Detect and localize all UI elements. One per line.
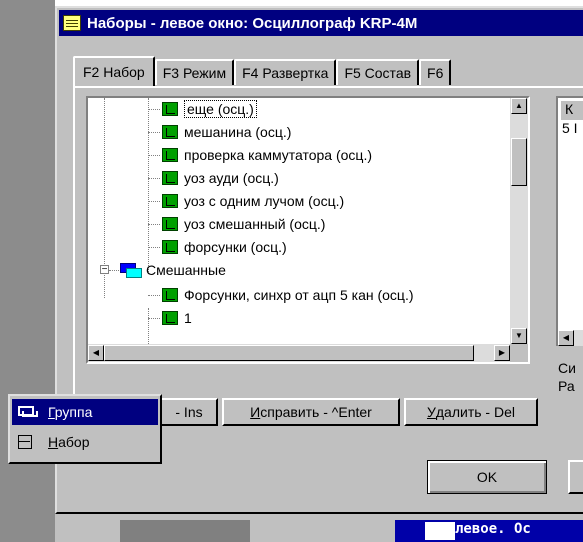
tree-item-label: еще (осц.) <box>184 100 257 118</box>
oscillogram-icon <box>162 194 178 208</box>
horizontal-scrollbar[interactable]: ◀ <box>558 330 583 346</box>
right-label: Ра <box>558 378 575 394</box>
sets-tree[interactable]: еще (осц.) мешанина (осц.) проверка камм… <box>86 96 530 364</box>
add-context-menu: Группа Набор <box>8 394 162 464</box>
cancel-button[interactable] <box>568 460 583 494</box>
right-label: Си <box>558 360 576 376</box>
delete-mnemonic: У <box>426 404 436 420</box>
tree-item-label: уоз ауди (осц.) <box>184 170 279 186</box>
set-icon <box>18 434 38 450</box>
background-status-text: левое. Ос <box>455 521 531 537</box>
tree-item[interactable]: 1 <box>148 307 192 329</box>
tab-strip: F2 Набор F3 Режим F4 Развертка F5 Состав… <box>73 56 452 88</box>
right-list[interactable]: К 5 I ◀ <box>556 96 583 346</box>
add-button-label: - Ins <box>175 404 203 420</box>
tree-item[interactable]: Форсунки, синхр от ацп 5 кан (осц.) <box>148 284 414 306</box>
edit-label: справить - ^Enter <box>260 404 372 420</box>
tree-content: еще (осц.) мешанина (осц.) проверка камм… <box>88 98 510 344</box>
background-panel <box>120 520 250 542</box>
tab-set[interactable]: F2 Набор <box>73 56 155 86</box>
tree-item[interactable]: уоз ауди (осц.) <box>148 167 279 189</box>
scroll-thumb[interactable] <box>104 345 474 361</box>
tree-item-label: мешанина (осц.) <box>184 124 292 140</box>
tab-label: F5 Состав <box>344 65 412 81</box>
tree-item-label: проверка каммутатора (осц.) <box>184 147 372 163</box>
scroll-down-button[interactable]: ▼ <box>511 328 527 344</box>
oscillogram-icon <box>162 125 178 139</box>
scroll-left-button[interactable]: ◀ <box>558 330 574 346</box>
app-icon[interactable] <box>63 15 81 31</box>
scroll-thumb[interactable] <box>511 138 527 186</box>
tree-item[interactable]: мешанина (осц.) <box>148 121 291 143</box>
scroll-right-button[interactable]: ▶ <box>494 345 510 361</box>
menu-item-set[interactable]: Набор <box>12 429 158 455</box>
list-cell: 5 I <box>562 120 578 136</box>
tree-item[interactable]: еще (осц.) <box>148 98 257 120</box>
oscillogram-icon <box>162 240 178 254</box>
window-title: Наборы - левое окно: Осциллограф KRP-4M <box>87 14 418 32</box>
title-bar[interactable]: Наборы - левое окно: Осциллограф KRP-4M <box>59 10 583 36</box>
tree-item[interactable]: уоз смешанный (осц.) <box>148 213 325 235</box>
tab-sweep[interactable]: F4 Развертка <box>234 59 337 85</box>
collapse-icon[interactable]: − <box>100 265 109 275</box>
add-button[interactable]: - Ins <box>160 398 218 426</box>
delete-button[interactable]: Удалить - Del <box>404 398 538 426</box>
tab-composition[interactable]: F5 Состав <box>336 59 420 85</box>
tree-item-label: форсунки (осц.) <box>184 239 287 255</box>
tab-label: F3 Режим <box>162 65 227 81</box>
horizontal-scrollbar[interactable]: ◀ ▶ <box>88 344 510 362</box>
tree-item-label: 1 <box>184 310 192 326</box>
ok-button[interactable]: OK <box>427 460 547 494</box>
tab-f6[interactable]: F6 <box>419 59 452 85</box>
tree-item-label: уоз смешанный (осц.) <box>184 216 326 232</box>
tab-mode[interactable]: F3 Режим <box>154 59 235 85</box>
edit-mnemonic: И <box>250 404 261 420</box>
oscillogram-icon <box>162 148 178 162</box>
vertical-scrollbar[interactable]: ▲ ▼ <box>510 98 528 344</box>
tab-label: F6 <box>427 65 444 81</box>
oscillogram-icon <box>162 288 178 302</box>
tree-item-label: Смешанные <box>146 262 226 278</box>
background-arrow-icon <box>425 522 455 540</box>
scroll-left-button[interactable]: ◀ <box>88 345 104 361</box>
tree-group-item[interactable]: − Смешанные <box>100 259 226 281</box>
tree-item[interactable]: уоз с одним лучом (осц.) <box>148 190 344 212</box>
tree-item[interactable]: форсунки (осц.) <box>148 236 287 258</box>
group-icon <box>18 404 38 420</box>
scrollbar-corner <box>510 344 528 362</box>
menu-mnemonic: Н <box>48 434 59 450</box>
tree-item-label: уоз с одним лучом (осц.) <box>184 193 345 209</box>
oscillogram-icon <box>162 171 178 185</box>
edit-button[interactable]: Исправить - ^Enter <box>222 398 400 426</box>
oscillogram-icon <box>162 217 178 231</box>
column-header[interactable]: К <box>560 100 583 120</box>
oscillogram-icon <box>162 311 178 325</box>
group-icon <box>120 263 142 278</box>
menu-mnemonic: Г <box>48 404 55 420</box>
tab-label: F4 Развертка <box>242 65 329 81</box>
tree-item-label: Форсунки, синхр от ацп 5 кан (осц.) <box>184 287 414 303</box>
scroll-up-button[interactable]: ▲ <box>511 98 527 114</box>
tab-label: F2 Набор <box>83 64 145 80</box>
tree-item[interactable]: проверка каммутатора (осц.) <box>148 144 372 166</box>
menu-item-label: руппа <box>54 404 93 420</box>
menu-item-group[interactable]: Группа <box>12 399 158 425</box>
delete-label: далить - Del <box>435 404 515 420</box>
ok-label: OK <box>476 469 498 485</box>
menu-item-label: абор <box>58 434 90 450</box>
oscillogram-icon <box>162 102 178 116</box>
